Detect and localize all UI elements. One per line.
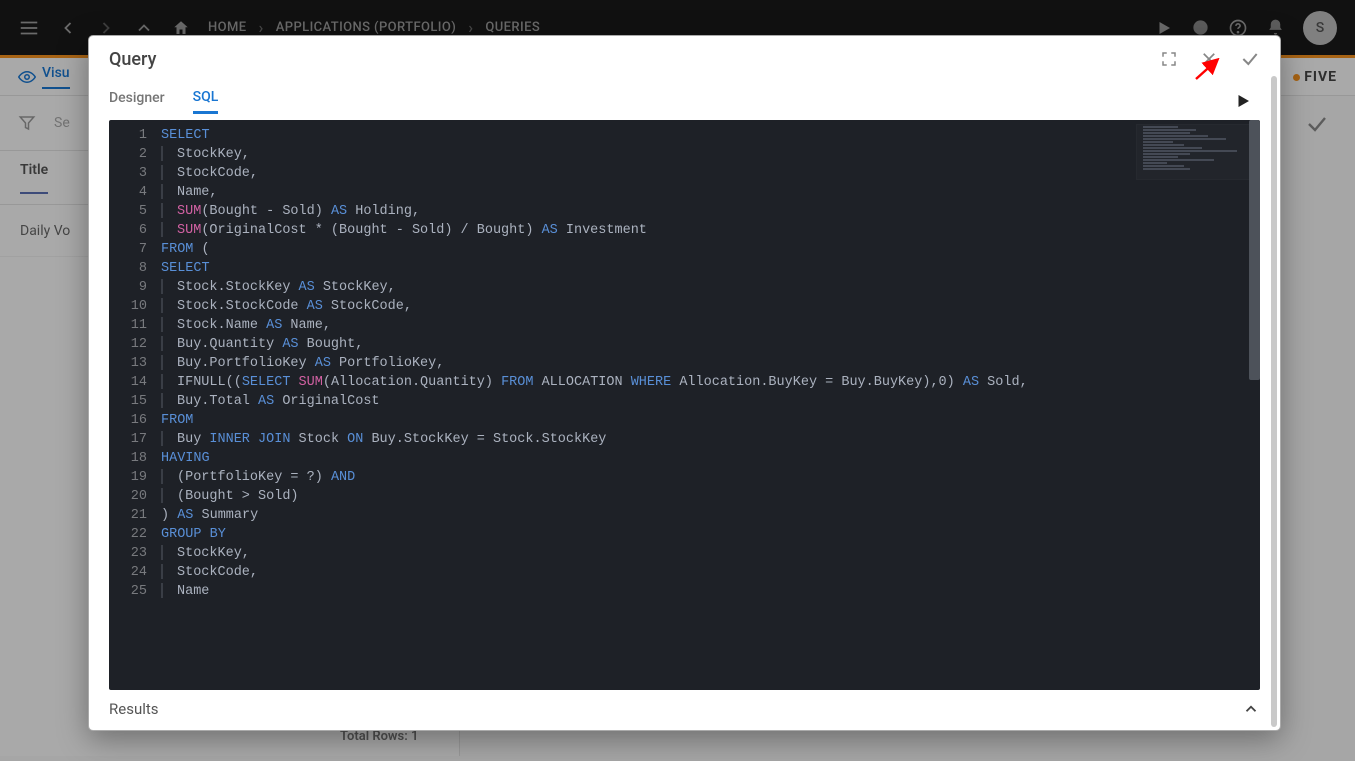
minimap[interactable] [1136,124,1256,180]
code-line: 15Buy.Total AS OriginalCost [109,392,1260,411]
results-section[interactable]: Results [89,690,1280,730]
save-check-icon[interactable] [1240,49,1260,69]
code-line: 8SELECT [109,259,1260,278]
code-line: 6SUM(OriginalCost * (Bought - Sold) / Bo… [109,221,1260,240]
chevron-up-icon[interactable] [1242,700,1260,718]
code-line: 22GROUP BY [109,525,1260,544]
results-label: Results [109,700,159,718]
code-line: 1SELECT [109,126,1260,145]
close-icon[interactable] [1200,50,1218,68]
code-line: 3StockCode, [109,164,1260,183]
code-line: 16FROM [109,411,1260,430]
code-line: 11Stock.Name AS Name, [109,316,1260,335]
code-line: 12Buy.Quantity AS Bought, [109,335,1260,354]
code-line: 21) AS Summary [109,506,1260,525]
code-line: 23StockKey, [109,544,1260,563]
code-line: 24StockCode, [109,563,1260,582]
modal-scrollbar[interactable] [1271,76,1277,727]
modal-header: Query [89,36,1280,82]
sql-editor[interactable]: 1SELECT2StockKey,3StockCode,4Name,5SUM(B… [109,120,1260,690]
fullscreen-icon[interactable] [1160,50,1178,68]
code-line: 7FROM ( [109,240,1260,259]
query-modal: Query Designer SQL 1SELECT2StockKey,3Sto… [88,35,1281,731]
code-line: 13Buy.PortfolioKey AS PortfolioKey, [109,354,1260,373]
run-query-icon[interactable] [1234,92,1252,110]
tab-designer[interactable]: Designer [109,90,165,112]
modal-title: Query [109,49,156,70]
code-line: 19(PortfolioKey = ?) AND [109,468,1260,487]
code-line: 18HAVING [109,449,1260,468]
code-line: 20(Bought > Sold) [109,487,1260,506]
tab-sql[interactable]: SQL [193,89,219,114]
code-line: 25Name [109,582,1260,601]
modal-tabs: Designer SQL [89,82,1280,120]
code-line: 14IFNULL((SELECT SUM(Allocation.Quantity… [109,373,1260,392]
code-line: 4Name, [109,183,1260,202]
editor-scrollbar[interactable] [1249,120,1260,380]
code-line: 5SUM(Bought - Sold) AS Holding, [109,202,1260,221]
code-line: 2StockKey, [109,145,1260,164]
code-line: 10Stock.StockCode AS StockCode, [109,297,1260,316]
code-line: 17Buy INNER JOIN Stock ON Buy.StockKey =… [109,430,1260,449]
code-line: 9Stock.StockKey AS StockKey, [109,278,1260,297]
